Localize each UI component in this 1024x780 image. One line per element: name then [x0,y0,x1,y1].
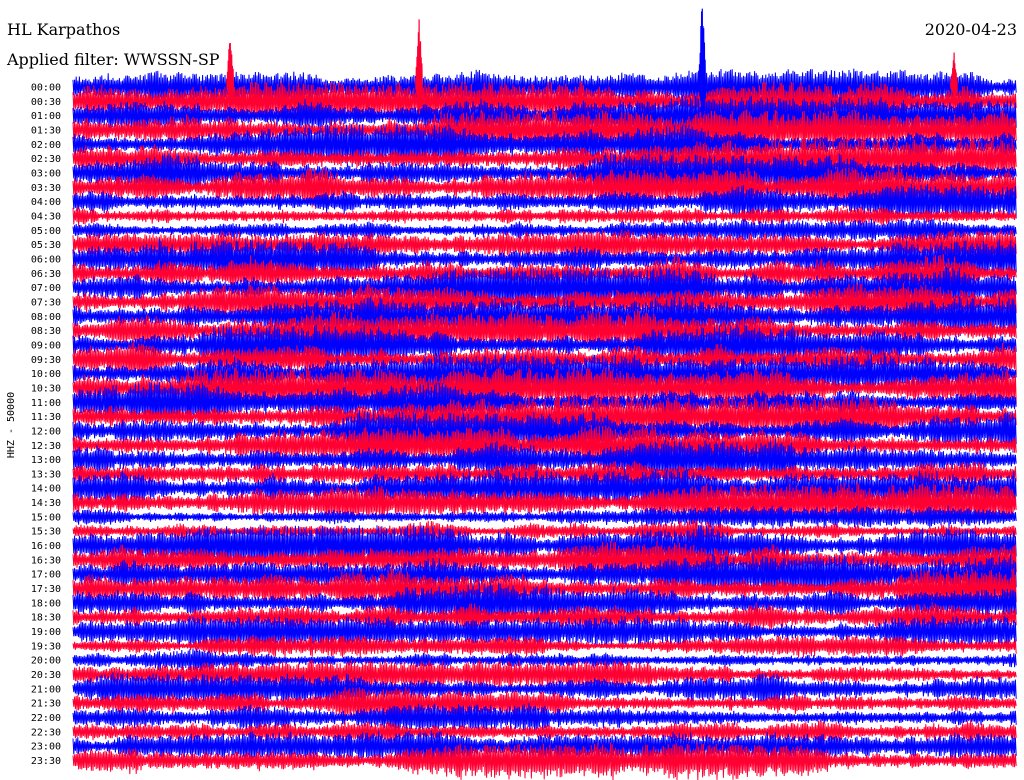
y-tick-label: 12:30 [31,441,61,452]
y-tick-label: 10:30 [31,383,61,394]
helicorder-page: HL Karpathos Applied filter: WWSSN-SP 20… [0,0,1024,780]
trace-layer [72,68,1017,780]
y-tick-label: 18:00 [31,598,61,609]
y-tick-label: 14:30 [31,498,61,509]
y-tick-label: 13:30 [31,469,61,480]
y-tick-label: 08:00 [31,312,61,323]
helicorder-chart: 00:00 00:30 01:00 01:30 02:00 02:30 03:00 03:30… [6,8,1017,780]
y-tick-label: 01:30 [31,125,61,136]
y-tick-label: 22:00 [31,713,61,724]
y-tick-label: 00:30 [31,97,61,108]
y-tick-label: 20:30 [31,670,61,681]
y-tick-label: 12:00 [31,426,61,437]
y-tick-label: 20:00 [31,656,61,667]
y-tick-label: 09:00 [31,340,61,351]
y-tick-label: 08:30 [31,326,61,337]
y-tick-label: 03:30 [31,183,61,194]
y-tick-label: 16:30 [31,555,61,566]
y-tick-label: 23:30 [31,756,61,767]
y-tick-label: 11:30 [31,412,61,423]
y-tick-label: 07:30 [31,297,61,308]
y-tick-label: 17:00 [31,570,61,581]
y-tick-label: 06:00 [31,254,61,265]
y-tick-label: 23:00 [31,742,61,753]
y-tick-label: 18:30 [31,613,61,624]
y-tick-label: 15:00 [31,512,61,523]
y-tick-label: 05:30 [31,240,61,251]
y-tick-label: 00:00 [31,83,61,94]
y-tick-label: 04:00 [31,197,61,208]
y-tick-label: 22:30 [31,727,61,738]
y-tick-label: 21:30 [31,699,61,710]
y-tick-label: 02:00 [31,140,61,151]
y-tick-label: 19:30 [31,641,61,652]
y-tick-layer: 00:00 00:30 01:00 01:30 02:00 02:30 03:00 03:30… [31,83,61,768]
y-axis-label: HHZ - 50000 [6,392,17,458]
y-tick-label: 10:00 [31,369,61,380]
y-tick-label: 15:30 [31,527,61,538]
y-tick-label: 19:00 [31,627,61,638]
y-tick-label: 09:30 [31,355,61,366]
y-tick-label: 01:00 [31,111,61,122]
y-tick-label: 03:00 [31,168,61,179]
y-tick-label: 14:00 [31,484,61,495]
y-tick-label: 05:00 [31,226,61,237]
y-tick-label: 06:30 [31,269,61,280]
y-tick-label: 07:00 [31,283,61,294]
y-tick-label: 16:00 [31,541,61,552]
y-tick-label: 11:00 [31,398,61,409]
y-tick-label: 21:00 [31,684,61,695]
y-tick-label: 17:30 [31,584,61,595]
y-tick-label: 13:00 [31,455,61,466]
y-tick-label: 02:30 [31,154,61,165]
y-tick-label: 04:30 [31,211,61,222]
